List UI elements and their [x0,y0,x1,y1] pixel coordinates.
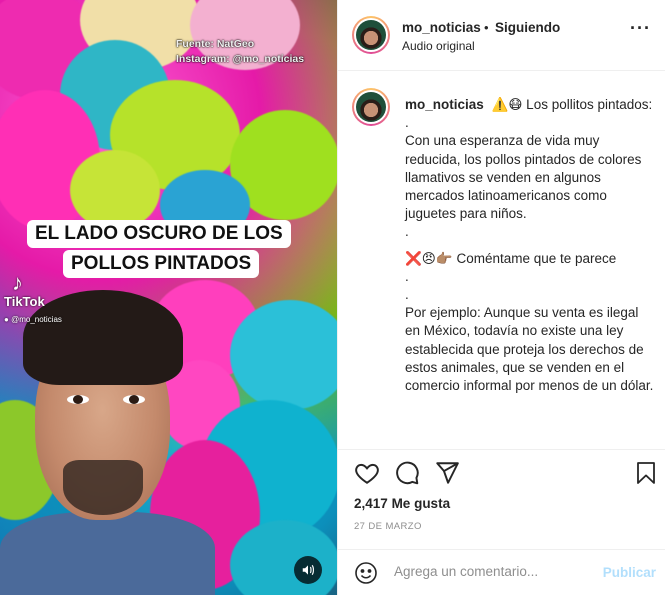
caption-line: . [405,224,409,240]
speaker-icon[interactable] [294,556,322,584]
tiktok-logo-icon: ♪ [12,270,23,295]
presenter-beard [63,460,143,515]
post-actions: 2,417 Me gusta 27 DE MARZO Publicar [338,449,665,595]
presenter-eye [67,395,89,404]
headline-line-2: POLLOS PINTADOS [63,250,260,278]
post-video[interactable]: Fuente: NatGeo Instagram: @mo_noticias E… [0,0,337,595]
presenter-shirt [0,512,215,595]
following-button[interactable]: Siguiendo [495,20,560,35]
caption-line: mo_noticias ⚠️😷 Los pollitos pintados: [405,97,652,112]
caption-line: Con una esperanza de vida muy reducida, … [405,133,642,222]
likes-label: Me gusta [391,496,451,511]
headline-line-1: EL LADO OSCURO DE LOS [27,220,291,248]
caption-line: . [405,287,409,303]
tiktok-label: TikTok [4,294,45,309]
instagram-caption: Instagram: @mo_noticias [176,53,305,65]
header-username[interactable]: mo_noticias [402,20,481,35]
tiktok-handle: ● @mo_noticias [4,315,62,324]
avatar[interactable] [352,16,390,54]
comment-icon[interactable] [394,460,420,486]
caption-line-text: ⚠️😷 Los pollitos pintados: [491,97,653,112]
heart-icon[interactable] [354,460,380,486]
likes-number: 2,417 [354,496,388,511]
separator-dot: • [484,20,489,35]
caption-line: . [405,268,409,284]
tiktok-user-icon: ● [4,315,9,324]
caption-avatar[interactable] [352,88,390,126]
post-date: 27 DE MARZO [354,521,422,532]
publish-button[interactable]: Publicar [603,565,656,580]
audio-link[interactable]: Audio original [402,39,475,53]
decorative-chick [230,300,337,410]
caption-area: mo_noticias ⚠️😷 Los pollitos pintados: .… [338,72,665,449]
tiktok-handle-text: @mo_noticias [11,315,62,324]
comment-input[interactable] [394,564,594,579]
comment-row: Publicar [338,549,665,595]
decorative-chick [70,150,160,230]
post-header: mo_noticias • Siguiendo Audio original ·… [338,0,665,71]
post-details-panel: mo_noticias • Siguiendo Audio original ·… [337,0,665,595]
bookmark-icon[interactable] [634,460,660,486]
presenter-eye [123,395,145,404]
caption-line: ❌😠👉🏽 Coméntame que te parece [405,250,617,266]
share-icon[interactable] [434,460,460,486]
caption-line: . [405,115,409,131]
emoji-icon[interactable] [354,561,380,587]
post-caption: mo_noticias ⚠️😷 Los pollitos pintados: .… [405,96,655,395]
presenter [0,290,215,595]
more-icon[interactable]: ··· [630,18,651,39]
likes-count[interactable]: 2,417 Me gusta [354,496,450,511]
source-caption: Fuente: NatGeo [176,38,255,50]
presenter-hair [23,290,183,385]
tiktok-watermark: ♪ TikTok [4,270,45,310]
caption-username[interactable]: mo_noticias [405,97,484,112]
caption-line: Por ejemplo: Aunque su venta es ilegal e… [405,305,654,394]
